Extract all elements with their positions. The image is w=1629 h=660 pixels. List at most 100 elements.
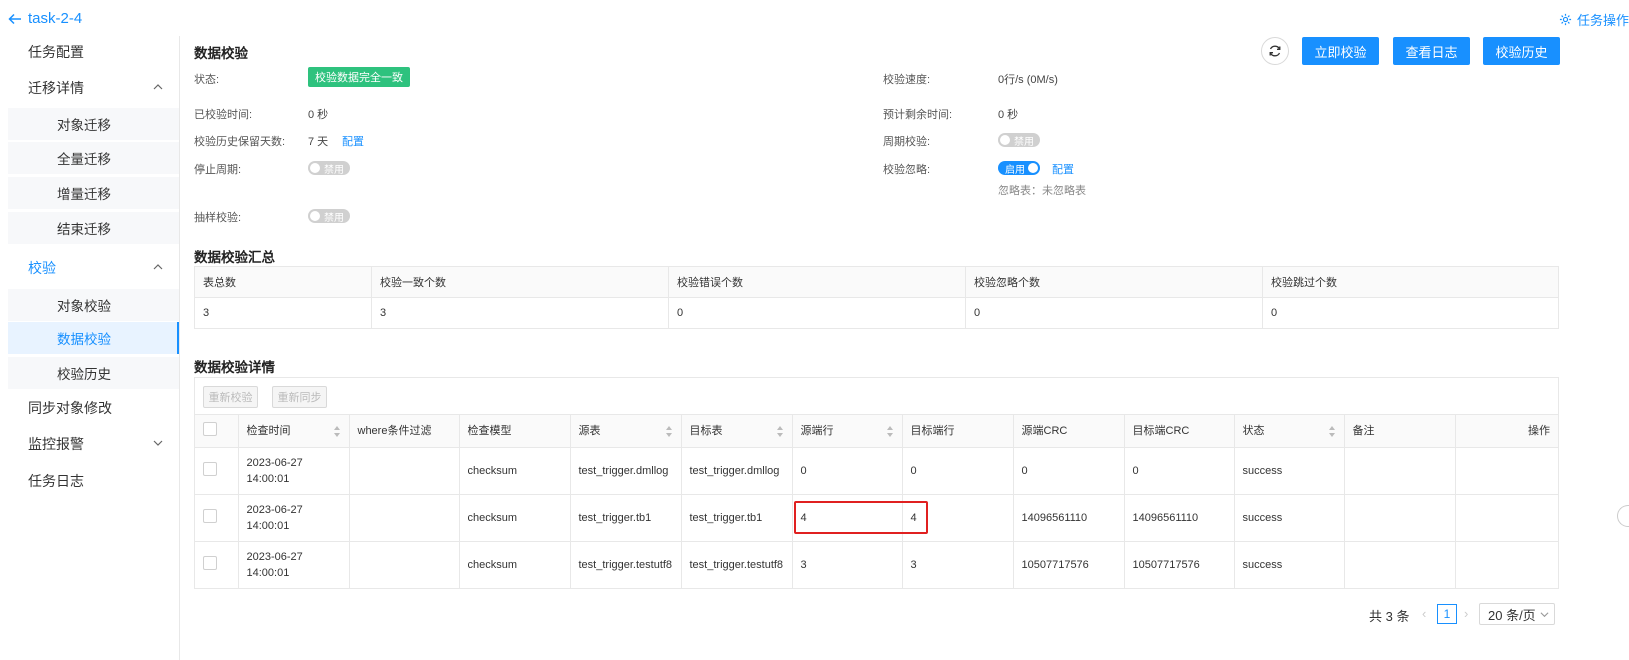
sidebar-item-verify-history[interactable]: 校验历史 <box>8 357 179 389</box>
page-number-button[interactable]: 1 <box>1437 604 1457 624</box>
cell-where <box>349 494 460 542</box>
sidebar-item-monitor-alert[interactable]: 监控报警 <box>0 428 179 460</box>
status-badge: 校验数据完全一致 <box>308 67 410 87</box>
sidebar-item-label: 对象校验 <box>57 299 111 314</box>
select-all-checkbox[interactable] <box>203 421 217 436</box>
sidebar-item-label: 任务日志 <box>28 473 84 489</box>
summary-header-cell: 表总数 <box>194 266 372 298</box>
cell-note <box>1344 541 1456 589</box>
ignore-toggle[interactable]: 启用 <box>998 161 1040 176</box>
resync-button[interactable]: 重新同步 <box>272 386 327 408</box>
sidebar-item-data-verify[interactable]: 数据校验 <box>8 322 179 354</box>
task-ops-label: 任务操作 <box>1576 13 1629 28</box>
sampling-toggle[interactable]: 禁用 <box>308 209 350 224</box>
status-label: 状态: <box>194 74 220 86</box>
cell-target-rows: 3 <box>902 541 1014 589</box>
sidebar-item-verify[interactable]: 校验 <box>0 252 179 284</box>
detail-table: 检查时间 where条件过滤 检查模型 源表 目标表 源端行 目标端行 源端CR… <box>195 414 1558 589</box>
cell-source-crc: 0 <box>1013 447 1125 495</box>
column-header-where: where条件过滤 <box>349 414 460 448</box>
cell-source-rows: 4 <box>792 494 903 542</box>
stop-period-toggle[interactable]: 禁用 <box>308 161 350 176</box>
page-size-select[interactable]: 20 条/页 <box>1479 603 1555 625</box>
sidebar-item-migration-details[interactable]: 迁移详情 <box>0 72 179 104</box>
periodic-toggle[interactable]: 禁用 <box>998 133 1040 148</box>
row-checkbox[interactable] <box>203 508 217 523</box>
ignore-config-link[interactable]: 配置 <box>1052 161 1074 177</box>
sort-icon <box>776 426 783 437</box>
view-log-button[interactable]: 查看日志 <box>1393 37 1470 65</box>
column-header-label: 源表 <box>578 425 601 437</box>
cell-check-time: 2023-06-27 14:00:01 <box>238 494 350 542</box>
retain-days-label: 校验历史保留天数: <box>194 136 286 148</box>
row-checkbox[interactable] <box>203 461 217 476</box>
cell-check-time: 2023-06-27 14:00:01 <box>238 541 350 589</box>
sidebar-item-object-migration[interactable]: 对象迁移 <box>8 108 179 140</box>
column-header-status[interactable]: 状态 <box>1234 414 1345 448</box>
summary-header-cell: 校验错误个数 <box>668 266 966 298</box>
sidebar-item-end-migration[interactable]: 结束迁移 <box>8 212 179 244</box>
toggle-label: 禁用 <box>324 164 344 176</box>
verify-history-button[interactable]: 校验历史 <box>1483 37 1560 65</box>
column-header-target-table[interactable]: 目标表 <box>681 414 793 448</box>
retain-days-value: 7 天 <box>308 136 329 148</box>
ignore-hint: 忽略表：未忽略表 <box>998 185 1086 197</box>
sidebar-item-task-config[interactable]: 任务配置 <box>0 36 179 68</box>
toggle-knob <box>1000 135 1010 145</box>
verify-now-button[interactable]: 立即校验 <box>1302 37 1379 65</box>
sidebar: 任务配置 迁移详情 对象迁移 全量迁移 增量迁移 结束迁移 校验 对象校验 数据… <box>0 36 180 660</box>
summary-title: 数据校验汇总 <box>194 250 275 265</box>
task-ops-button[interactable]: 任务操作 <box>1559 10 1629 29</box>
cell-source-crc: 10507717576 <box>1013 541 1125 589</box>
cell-target-crc: 14096561110 <box>1124 494 1235 542</box>
column-header-label: 源端行 <box>800 425 834 437</box>
sampling-label: 抽样校验: <box>194 212 242 224</box>
summary-header-row: 表总数 校验一致个数 校验错误个数 校验忽略个数 校验跳过个数 <box>194 266 1559 298</box>
sidebar-item-sync-object-edit[interactable]: 同步对象修改 <box>0 392 179 424</box>
elapsed-label: 已校验时间: <box>194 109 253 121</box>
reverify-button[interactable]: 重新校验 <box>203 386 258 408</box>
prev-page-button[interactable]: ‹ <box>1422 606 1426 621</box>
elapsed-value: 0 秒 <box>308 109 329 121</box>
sidebar-item-full-migration[interactable]: 全量迁移 <box>8 142 179 174</box>
sidebar-item-label: 迁移详情 <box>28 80 84 96</box>
cell-status: success <box>1234 494 1345 542</box>
column-header-source-table[interactable]: 源表 <box>570 414 682 448</box>
page-size-label: 20 条/页 <box>1488 607 1536 623</box>
retain-config-link[interactable]: 配置 <box>342 133 364 149</box>
row-checkbox[interactable] <box>203 555 217 570</box>
chevron-up-icon <box>153 84 163 90</box>
cell-source-rows: 3 <box>792 541 903 589</box>
cell-target-rows: 4 <box>902 494 1014 542</box>
summary-cell: 3 <box>371 297 669 329</box>
toggle-knob <box>1028 163 1038 173</box>
refresh-button[interactable] <box>1261 37 1289 65</box>
summary-cell: 0 <box>1262 297 1559 329</box>
help-float-icon[interactable] <box>1617 505 1629 527</box>
sidebar-item-incremental-migration[interactable]: 增量迁移 <box>8 177 179 209</box>
table-row: 2023-06-27 14:00:01 checksum test_trigge… <box>195 447 1558 495</box>
cell-source-crc: 14096561110 <box>1013 494 1125 542</box>
cell-source-table: test_trigger.testutf8 <box>570 541 682 589</box>
next-page-button[interactable]: › <box>1464 606 1468 621</box>
toggle-label: 禁用 <box>324 212 344 224</box>
sidebar-item-object-verify[interactable]: 对象校验 <box>8 289 179 321</box>
sidebar-item-label: 对象迁移 <box>57 118 111 133</box>
column-header-source-rows[interactable]: 源端行 <box>792 414 903 448</box>
cell-where <box>349 447 460 495</box>
column-header-source-crc: 源端CRC <box>1013 414 1125 448</box>
summary-cell: 0 <box>965 297 1263 329</box>
toggle-label: 启用 <box>1005 164 1025 176</box>
toggle-label: 禁用 <box>1014 136 1034 148</box>
ignore-label: 校验忽略: <box>883 164 931 176</box>
sort-icon <box>665 426 672 437</box>
sidebar-item-task-log[interactable]: 任务日志 <box>0 465 179 497</box>
column-header-label: 状态 <box>1242 425 1265 437</box>
sidebar-item-label: 增量迁移 <box>57 187 111 202</box>
detail-title: 数据校验详情 <box>194 360 275 375</box>
column-header-label: 检查时间 <box>246 425 291 437</box>
back-button[interactable]: task-2-4 <box>8 10 82 27</box>
cell-target-table: test_trigger.tb1 <box>681 494 793 542</box>
sidebar-item-label: 校验 <box>28 260 56 276</box>
column-header-check-time[interactable]: 检查时间 <box>238 414 350 448</box>
